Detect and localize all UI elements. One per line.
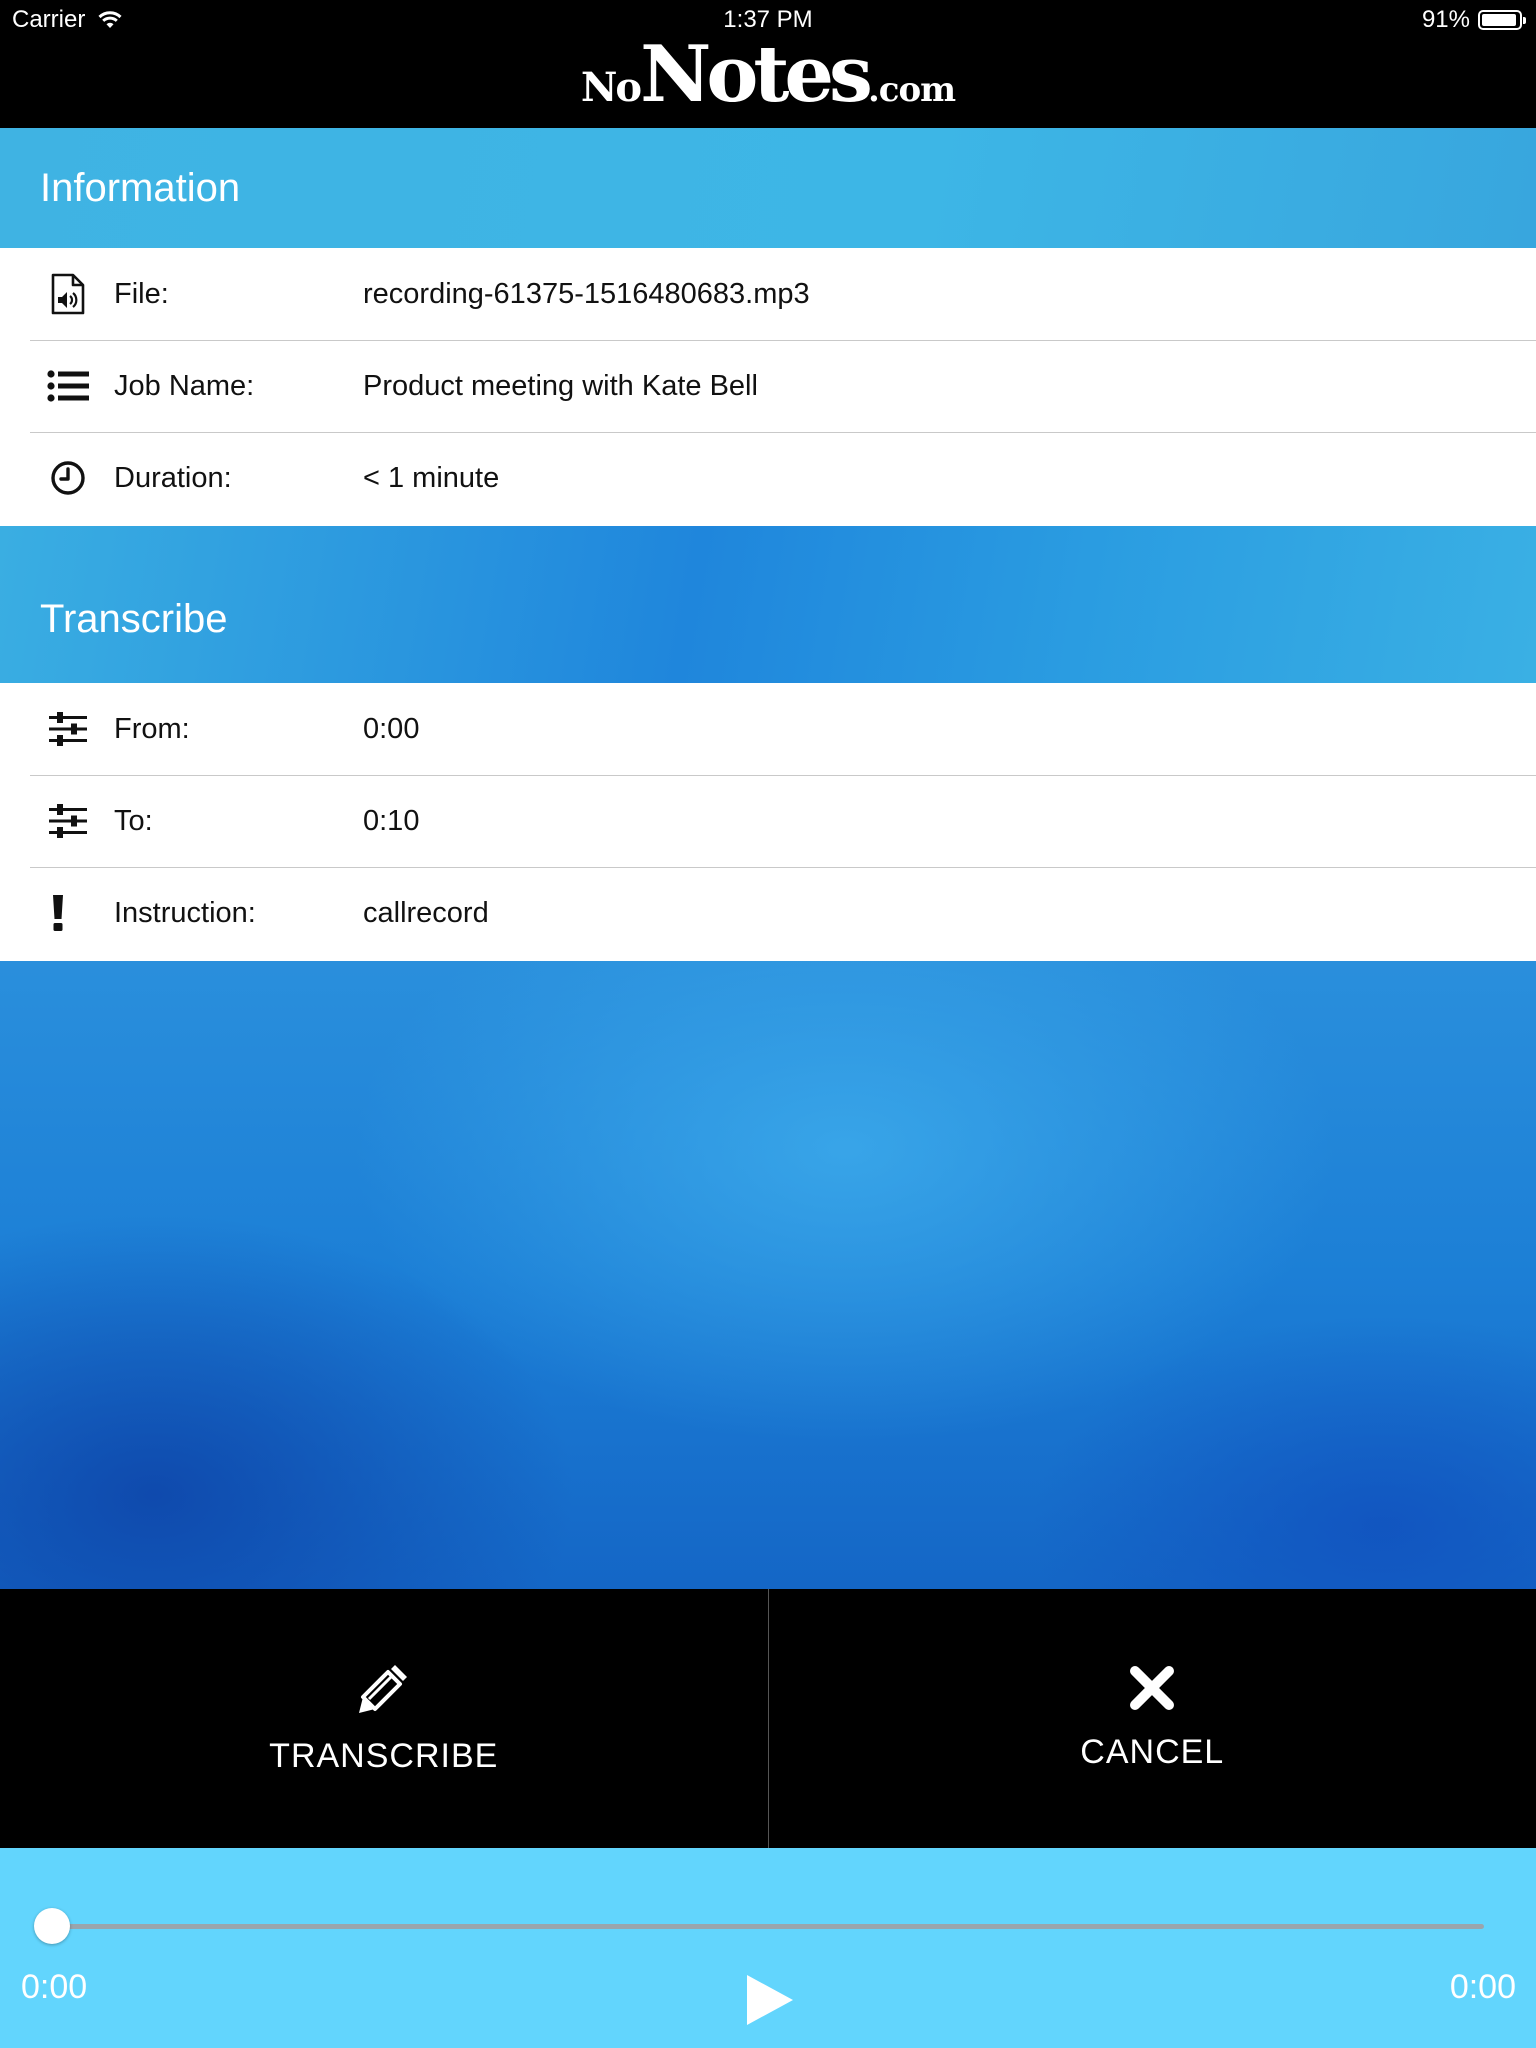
to-row[interactable]: To: 0:10 xyxy=(0,775,1536,867)
from-row[interactable]: From: 0:00 xyxy=(0,683,1536,775)
to-label: To: xyxy=(114,804,153,837)
file-label: File: xyxy=(114,277,169,310)
battery-percent: 91% xyxy=(1421,6,1470,33)
battery-icon xyxy=(1478,10,1526,30)
logo-no: No xyxy=(580,64,642,111)
play-icon xyxy=(747,1975,793,2025)
transcribe-button-label: TRANSCRIBE xyxy=(269,1737,499,1775)
information-list: File: recording-61375-1516480683.mp3 Job… xyxy=(0,248,1536,526)
duration-value: < 1 minute xyxy=(363,461,500,494)
job-name-label: Job Name: xyxy=(114,369,255,402)
duration-row: Duration: < 1 minute xyxy=(0,432,1536,524)
background-area xyxy=(0,961,1536,1589)
close-icon xyxy=(1130,1666,1175,1710)
job-name-value: Product meeting with Kate Bell xyxy=(363,369,758,402)
app-logo: NoNotes.com xyxy=(0,36,1536,114)
exclamation-icon xyxy=(38,891,78,935)
list-icon xyxy=(46,364,90,408)
seek-track[interactable] xyxy=(52,1924,1484,1929)
information-title: Information xyxy=(40,165,241,210)
top-bar: Carrier 1:37 PM 91% NoNotes.com xyxy=(0,0,1536,128)
clock-icon xyxy=(46,456,90,500)
file-value: recording-61375-1516480683.mp3 xyxy=(363,277,810,310)
transcribe-button[interactable]: TRANSCRIBE xyxy=(0,1589,768,1848)
from-label: From: xyxy=(114,712,190,745)
logo-com: .com xyxy=(867,70,956,110)
status-battery: 91% xyxy=(1421,6,1526,34)
duration-label: Duration: xyxy=(114,461,232,494)
action-bar: TRANSCRIBE CANCEL xyxy=(0,1589,1536,1848)
job-name-row: Job Name: Product meeting with Kate Bell xyxy=(0,340,1536,432)
instruction-label: Instruction: xyxy=(114,896,256,929)
play-button[interactable] xyxy=(742,1972,798,2028)
current-time: 0:00 xyxy=(21,1968,88,2006)
file-row: File: recording-61375-1516480683.mp3 xyxy=(0,248,1536,340)
audio-file-icon xyxy=(46,272,90,316)
transcribe-list: From: 0:00 To: 0:10 Instruction: callrec… xyxy=(0,683,1536,961)
audio-player: 0:00 0:00 xyxy=(0,1848,1536,2048)
instruction-row[interactable]: Instruction: callrecord xyxy=(0,867,1536,959)
instruction-value[interactable]: callrecord xyxy=(363,897,489,930)
information-header: Information xyxy=(0,128,1536,248)
cancel-button[interactable]: CANCEL xyxy=(767,1589,1536,1848)
transcribe-header: Transcribe xyxy=(0,526,1536,683)
total-time: 0:00 xyxy=(1449,1968,1516,2006)
sliders-icon xyxy=(46,707,90,751)
seek-thumb[interactable] xyxy=(34,1908,70,1944)
to-value[interactable]: 0:10 xyxy=(363,805,419,838)
pencil-icon xyxy=(358,1665,407,1713)
from-value[interactable]: 0:00 xyxy=(363,713,419,746)
logo-notes: Notes xyxy=(640,29,873,120)
sliders-icon xyxy=(46,799,90,843)
transcribe-title: Transcribe xyxy=(40,597,228,641)
cancel-button-label: CANCEL xyxy=(1080,1733,1225,1771)
